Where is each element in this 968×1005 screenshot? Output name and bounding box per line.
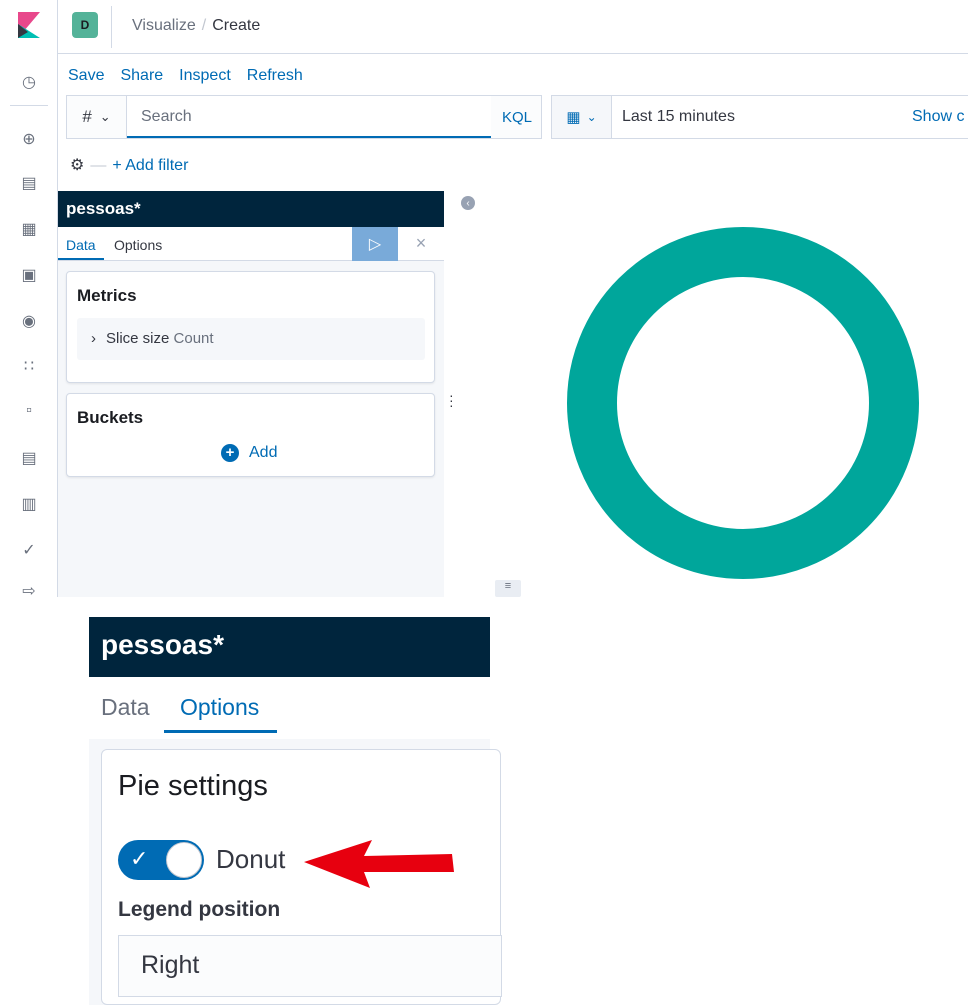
- play-icon: ▷: [368, 236, 382, 253]
- kql-toggle[interactable]: KQL: [491, 96, 543, 138]
- clock-icon[interactable]: ◷: [18, 71, 40, 93]
- discard-button[interactable]: ×: [398, 227, 444, 261]
- pie-slice-0[interactable]: [567, 227, 919, 579]
- editor-tabs: Data Options: [58, 227, 352, 261]
- metric-item[interactable]: › Slice size Count: [77, 318, 425, 360]
- tab-data[interactable]: Data: [66, 237, 96, 253]
- collapse-sidebar-icon[interactable]: ‹: [461, 196, 475, 210]
- metric-value: Count: [173, 330, 214, 347]
- chevron-right-icon[interactable]: ›: [91, 330, 96, 347]
- time-picker: ▦ ⌄ Last 15 minutes Show c: [551, 95, 968, 139]
- inspect-link[interactable]: Inspect: [179, 67, 231, 84]
- nav-divider: [10, 105, 48, 106]
- add-filter-button[interactable]: + Add filter: [112, 157, 188, 174]
- kibana-logo[interactable]: [18, 12, 40, 38]
- show-dates-link[interactable]: Show c: [912, 108, 964, 126]
- compass-icon[interactable]: ⊕: [18, 128, 40, 150]
- breadcrumb-separator: /: [201, 17, 207, 34]
- calendar-icon[interactable]: ▦ ⌄: [552, 96, 612, 138]
- apply-button[interactable]: ▷: [352, 227, 398, 261]
- index-pattern-title: pessoas*: [58, 191, 444, 227]
- legend-position-label: Legend position: [118, 898, 281, 921]
- pie-chart: [567, 227, 919, 579]
- chevron-down-icon: ⌄: [99, 109, 111, 124]
- zoomed-tab-options[interactable]: Options: [180, 694, 259, 721]
- maps-icon[interactable]: ◉: [18, 310, 40, 332]
- logs-icon[interactable]: ▤: [18, 447, 40, 469]
- index-pattern-toggle[interactable]: # ⌄: [67, 96, 127, 138]
- ml-icon[interactable]: ∷: [18, 355, 40, 377]
- metrics-panel: Metrics › Slice size Count: [66, 271, 435, 383]
- legend-position-select[interactable]: Right: [118, 935, 502, 997]
- close-icon: ×: [415, 233, 427, 253]
- breadcrumb: Visualize / Create: [132, 17, 260, 35]
- red-arrow-annotation: [304, 840, 454, 888]
- header-divider: [111, 6, 112, 48]
- save-link[interactable]: Save: [68, 67, 104, 84]
- filter-bar: ⚙ — + Add filter: [70, 155, 188, 175]
- add-bucket-button[interactable]: + Add: [221, 444, 277, 462]
- time-range-label[interactable]: Last 15 minutes: [622, 108, 735, 126]
- canvas-icon[interactable]: ▣: [18, 264, 40, 286]
- donut-label: Donut: [216, 844, 286, 874]
- buckets-panel: Buckets + Add: [66, 393, 435, 477]
- breadcrumb-create: Create: [212, 17, 261, 34]
- dev-tools-icon[interactable]: ⇨: [18, 580, 40, 602]
- uptime-icon[interactable]: ✓: [18, 539, 40, 561]
- header: D Visualize / Create: [58, 0, 968, 54]
- query-bar: # ⌄ Search KQL: [66, 95, 542, 139]
- space-avatar[interactable]: D: [72, 12, 98, 38]
- chevron-down-icon: ⌄: [586, 110, 597, 124]
- zoomed-active-tab-indicator: [164, 730, 277, 733]
- top-nav-menu: Save Share Inspect Refresh: [68, 67, 319, 85]
- pie-settings-title: Pie settings: [118, 770, 268, 802]
- zoomed-editor-tabs: Data Options: [89, 677, 490, 739]
- metrics-title: Metrics: [77, 286, 137, 305]
- dashboard-icon[interactable]: ▦: [18, 218, 40, 240]
- plus-circle-icon: +: [221, 444, 239, 462]
- metric-label: Slice size: [106, 330, 170, 347]
- breadcrumb-visualize[interactable]: Visualize: [132, 17, 196, 34]
- tab-options[interactable]: Options: [114, 237, 162, 253]
- infra-icon[interactable]: ▫: [18, 400, 40, 422]
- visualize-icon[interactable]: ▤: [18, 172, 40, 194]
- zoomed-tab-data[interactable]: Data: [101, 694, 150, 721]
- resize-handle[interactable]: · · ·: [449, 388, 455, 412]
- switch-knob: [166, 842, 202, 878]
- active-tab-indicator: [58, 258, 104, 260]
- refresh-link[interactable]: Refresh: [247, 67, 303, 84]
- donut-switch[interactable]: ✓: [118, 840, 204, 880]
- search-input[interactable]: Search: [127, 96, 491, 138]
- buckets-title: Buckets: [77, 408, 144, 427]
- add-bucket-label: Add: [249, 444, 278, 461]
- filter-divider: —: [90, 157, 107, 174]
- gear-icon[interactable]: ⚙: [70, 157, 84, 174]
- apm-icon[interactable]: ▥: [18, 493, 40, 515]
- hash-icon: #: [82, 107, 92, 126]
- share-link[interactable]: Share: [120, 67, 163, 84]
- zoomed-index-pattern-title: pessoas*: [89, 617, 490, 677]
- left-nav: ◷ ⊕ ▤ ▦ ▣ ◉ ∷ ▫ ▤ ▥ ✓ ⇨: [0, 0, 58, 600]
- check-icon: ✓: [130, 846, 149, 871]
